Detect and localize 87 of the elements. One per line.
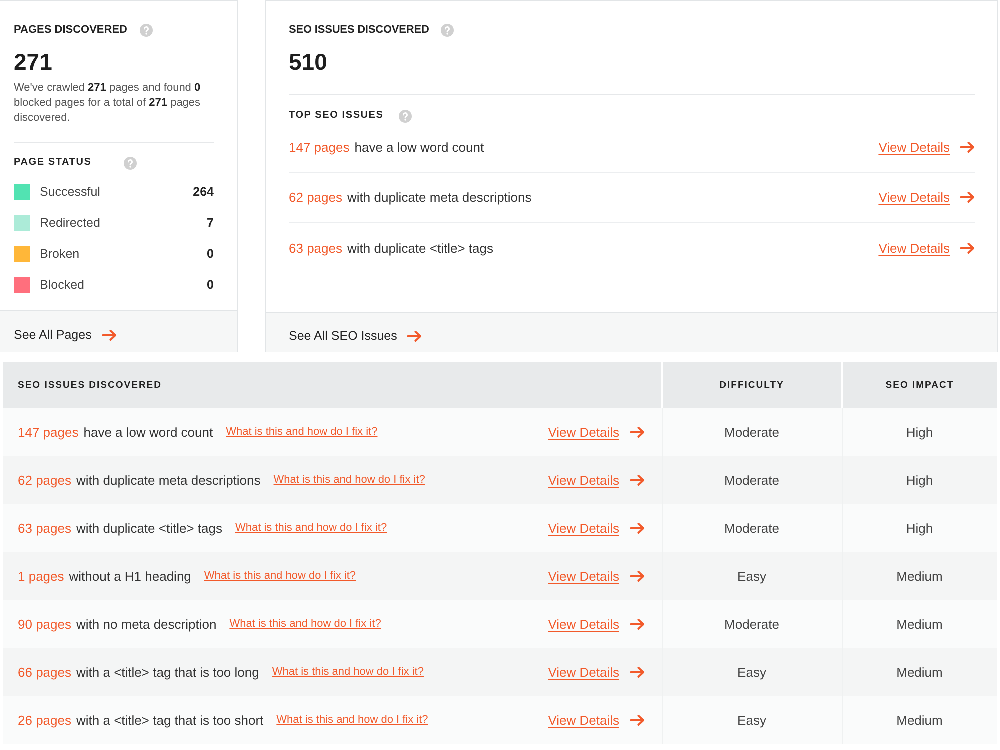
arrow-icon [960,242,975,254]
status-count: 0 [207,278,214,292]
issue-page-count: 147 pages [18,424,79,440]
issue-page-count: 1 pages [18,568,64,584]
arrow-icon [630,426,644,438]
arrow-icon [630,666,644,678]
difficulty-cell: Easy [662,552,842,600]
view-details-link[interactable]: View Details [548,664,644,680]
issue-description: without a H1 heading [69,568,192,584]
status-label: Broken [40,246,81,260]
seo-impact-cell: Medium [842,552,997,600]
seo-impact-cell: Medium [842,696,997,744]
difficulty-cell: Moderate [662,504,842,552]
view-details-link[interactable]: View Details [878,190,975,205]
arrow-icon [630,474,644,486]
arrow-icon [630,714,644,726]
issue-page-count: 63 pages [18,520,72,536]
status-count: 7 [207,216,214,230]
arrow-icon [630,522,644,534]
issue-page-count: 62 pages [18,472,72,488]
issue-page-count: 147 pages [289,140,350,155]
issue-description: with duplicate <title> tags [76,520,222,536]
issue-description: with duplicate <title> tags [348,240,494,256]
issue-page-count: 26 pages [18,712,72,728]
issue-description: with duplicate meta descriptions [76,472,261,488]
see-all-pages-link[interactable]: See All Pages [14,328,117,342]
arrow-icon [407,330,422,342]
issue-page-count: 63 pages [289,240,342,256]
help-icon[interactable] [124,156,137,170]
seo-impact-cell: High [842,456,997,504]
view-details-link[interactable]: View Details [548,472,644,488]
issue-description: with no meta description [76,616,217,632]
see-all-issues-link[interactable]: See All SEO Issues [289,329,422,343]
arrow-icon [102,330,117,340]
issue-description: have a low word count [354,140,484,155]
help-link[interactable]: What is this and how do I fix it? [235,522,388,534]
column-header: DIFFICULTY [662,362,842,408]
difficulty-cell: Easy [662,648,842,696]
difficulty-cell: Easy [662,696,842,744]
arrow-icon [960,192,975,203]
column-header: SEO IMPACT [842,362,997,408]
help-link[interactable]: What is this and how do I fix it? [274,474,426,486]
help-link[interactable]: What is this and how do I fix it? [230,618,382,630]
status-label: Blocked [40,278,86,292]
arrow-icon [630,618,644,630]
status-count: 264 [193,184,214,198]
issue-page-count: 66 pages [18,664,72,680]
seo-impact-cell: High [842,504,997,552]
help-link[interactable]: What is this and how do I fix it? [226,426,378,438]
seo-impact-cell: High [842,408,997,456]
crawl-summary: We've crawled 271 pages and found 0 blocked pages for a total of 271 pages discovered. [14,81,202,126]
difficulty-cell: Moderate [662,408,842,456]
help-link[interactable]: What is this and how do I fix it? [276,714,428,726]
column-header: SEO ISSUES DISCOVERED [3,362,662,408]
difficulty-cell: Moderate [662,456,842,504]
help-icon[interactable] [140,24,152,36]
issue-page-count: 62 pages [289,190,342,205]
help-icon[interactable] [441,24,454,36]
issue-description: with a <title> tag that is too long [76,664,260,680]
section-title: TOP SEO ISSUES [289,109,384,123]
issue-description: have a low word count [84,424,214,440]
issue-description: with a <title> tag that is too short [76,712,264,728]
help-icon[interactable] [398,110,412,122]
issue-description: with duplicate meta descriptions [348,190,532,205]
card-title: SEO ISSUES DISCOVERED [289,23,430,37]
view-details-link[interactable]: View Details [548,712,644,728]
card-title: PAGES DISCOVERED [14,23,128,37]
view-details-link[interactable]: View Details [548,520,644,536]
section-title: PAGE STATUS [14,156,92,170]
view-details-link[interactable]: View Details [878,240,975,256]
status-count: 0 [207,246,214,260]
help-link[interactable]: What is this and how do I fix it? [272,666,424,678]
arrow-icon [630,570,644,582]
difficulty-cell: Moderate [662,600,842,648]
view-details-link[interactable]: View Details [548,616,644,632]
status-label: Successful [40,184,102,198]
issue-page-count: 90 pages [18,616,72,632]
status-label: Redirected [40,216,102,230]
help-link[interactable]: What is this and how do I fix it? [204,570,356,582]
pages-total: 271 [14,48,54,76]
arrow-icon [960,142,975,153]
issues-total: 510 [289,48,328,76]
view-details-link[interactable]: View Details [878,140,975,155]
seo-impact-cell: Medium [842,600,997,648]
seo-impact-cell: Medium [842,648,997,696]
view-details-link[interactable]: View Details [548,424,644,440]
view-details-link[interactable]: View Details [548,568,644,584]
